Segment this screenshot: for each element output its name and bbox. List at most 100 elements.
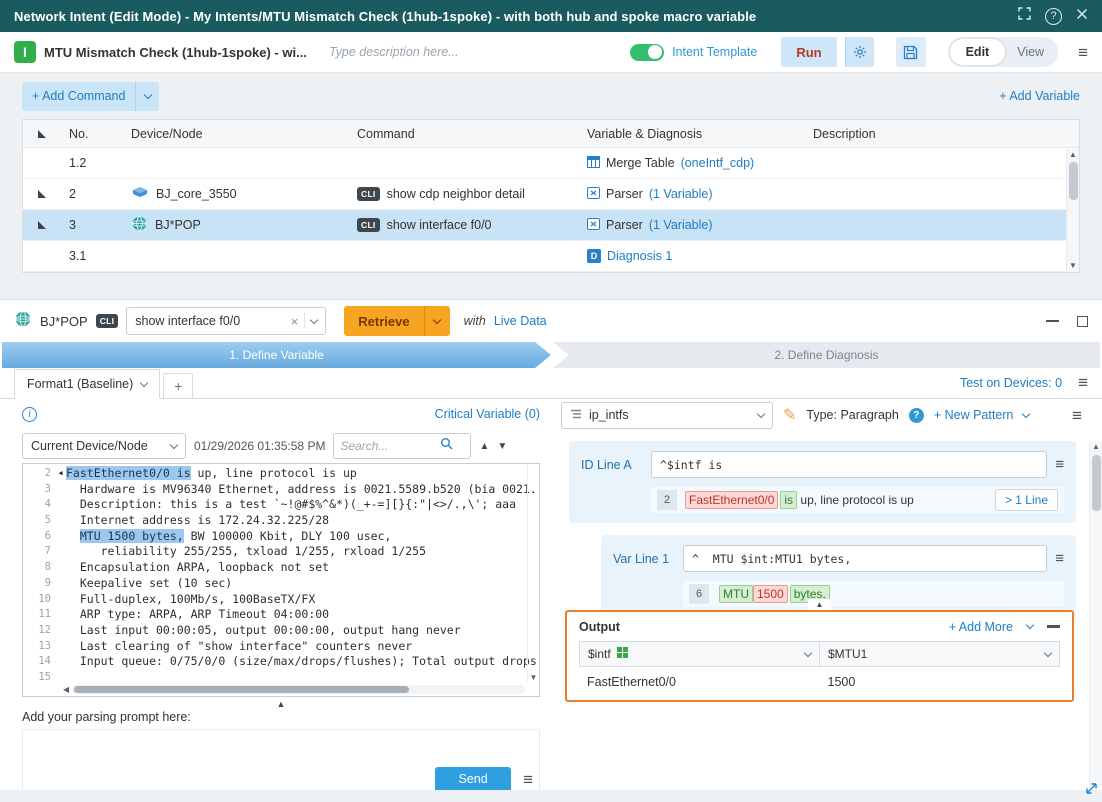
scrollbar-thumb[interactable]	[1092, 455, 1101, 511]
scroll-up-icon[interactable]: ▲	[1092, 442, 1100, 452]
view-mode-button[interactable]: View	[1005, 45, 1056, 59]
id-line-menu-icon[interactable]: ≡	[1055, 456, 1064, 473]
chevron-down-icon[interactable]	[804, 648, 812, 656]
find-previous-icon[interactable]: ▲	[479, 441, 489, 452]
chevron-down-icon[interactable]	[170, 440, 178, 448]
row-expand-icon[interactable]	[23, 221, 61, 229]
row-expand-icon[interactable]	[23, 190, 61, 198]
resize-grip-icon[interactable]	[1084, 781, 1099, 801]
intent-template-toggle[interactable]	[630, 44, 664, 61]
retrieve-button[interactable]: Retrieve	[344, 306, 449, 336]
code-vertical-scrollbar[interactable]: ▼	[527, 464, 539, 683]
add-more-link[interactable]: + Add More	[949, 620, 1013, 634]
output-column-select-mtu[interactable]: $MTU1	[819, 641, 1060, 667]
help-icon[interactable]: ?	[1045, 8, 1062, 25]
edit-variable-icon[interactable]: ✎	[783, 405, 796, 425]
fullscreen-icon[interactable]	[1018, 7, 1031, 25]
run-settings-icon[interactable]	[845, 37, 874, 67]
run-button[interactable]: Run	[781, 37, 836, 67]
pattern-scrollbar[interactable]: ▲	[1089, 441, 1102, 788]
scroll-up-icon[interactable]: ▲	[1069, 150, 1077, 160]
table-row-selected[interactable]: 3 BJ*POP CLI show interface f0/0 Parser …	[23, 210, 1079, 241]
live-data-link[interactable]: Live Data	[494, 314, 547, 328]
variable-select-value: ip_intfs	[589, 408, 629, 422]
pattern-menu-icon[interactable]: ≡	[1072, 407, 1082, 424]
help-icon[interactable]: ?	[909, 408, 924, 423]
tabs-menu-icon[interactable]: ≡	[1078, 374, 1088, 391]
collapse-output-icon[interactable]: ▲	[808, 599, 832, 610]
find-next-icon[interactable]: ▼	[497, 441, 507, 452]
add-command-chevron-icon[interactable]	[135, 82, 159, 111]
header-menu-icon[interactable]: ≡	[1078, 44, 1088, 61]
parsing-prompt-input[interactable]	[23, 730, 539, 766]
scroll-down-icon[interactable]: ▼	[1069, 261, 1077, 271]
match-is-chip: is	[780, 491, 797, 509]
fold-icon[interactable]: ◀	[55, 466, 66, 482]
close-icon[interactable]	[1076, 7, 1088, 25]
intent-name: MTU Mismatch Check (1hub-1spoke) - wi...	[44, 45, 307, 60]
command-select[interactable]: show interface f0/0 ×	[126, 307, 326, 335]
tab-format1-baseline[interactable]: Format1 (Baseline)	[14, 369, 160, 399]
chevron-down-icon[interactable]	[757, 409, 765, 417]
id-line-input[interactable]: ^$intf is	[651, 451, 1047, 478]
add-command-button[interactable]: + Add Command	[22, 82, 159, 111]
scrollbar-thumb[interactable]	[74, 686, 409, 693]
parser-link[interactable]: (1 Variable)	[649, 218, 713, 232]
variable-select[interactable]: ip_intfs	[561, 402, 773, 429]
retrieve-chevron-icon[interactable]	[424, 306, 450, 336]
add-variable-link[interactable]: + Add Variable	[999, 89, 1080, 103]
one-line-button[interactable]: > 1 Line	[995, 489, 1058, 511]
step-define-diagnosis[interactable]: 2. Define Diagnosis	[553, 342, 1100, 368]
new-pattern-link[interactable]: + New Pattern	[934, 408, 1014, 422]
diagnosis-link[interactable]: Diagnosis 1	[607, 249, 672, 263]
device-node-select[interactable]: Current Device/Node	[22, 433, 186, 459]
table-row[interactable]: 2 BJ_core_3550 CLI show cdp neighbor det…	[23, 179, 1079, 210]
test-on-devices-link[interactable]: Test on Devices: 0	[960, 376, 1062, 390]
expand-all-icon[interactable]	[23, 130, 61, 138]
save-icon[interactable]	[896, 37, 926, 67]
sample-output-viewer[interactable]: 2◀FastEthernet0/0 is up, line protocol i…	[22, 463, 540, 697]
parser-link[interactable]: (1 Variable)	[649, 187, 713, 201]
var-line-input[interactable]: ^ MTU $int:MTU1 bytes,	[683, 545, 1047, 572]
prompt-menu-icon[interactable]: ≡	[523, 771, 533, 788]
device-node-value: Current Device/Node	[31, 439, 148, 453]
intent-template-label: Intent Template	[672, 45, 757, 59]
code-horizontal-scrollbar[interactable]: ◀	[63, 684, 525, 695]
minimize-panel-icon[interactable]	[1046, 320, 1059, 323]
table-row[interactable]: 3.1 D Diagnosis 1	[23, 241, 1079, 272]
table-scrollbar[interactable]: ▲ ▼	[1066, 149, 1079, 272]
chevron-down-icon[interactable]	[310, 315, 318, 323]
diagnosis-icon: D	[587, 249, 601, 263]
search-input[interactable]	[340, 439, 440, 453]
merge-table-link[interactable]: (oneIntf_cdp)	[681, 156, 755, 170]
search-box[interactable]	[333, 433, 471, 459]
add-more-chevron-icon[interactable]	[1026, 621, 1034, 629]
send-button[interactable]: Send	[435, 767, 511, 792]
critical-variable-link[interactable]: Critical Variable (0)	[435, 407, 540, 421]
maximize-panel-icon[interactable]	[1077, 316, 1088, 327]
scroll-down-icon[interactable]: ▼	[530, 673, 538, 683]
tab-chevron-icon[interactable]	[140, 378, 148, 386]
line-number: 14	[23, 654, 55, 670]
new-pattern-chevron-icon[interactable]	[1022, 409, 1030, 417]
var-line-menu-icon[interactable]: ≡	[1055, 550, 1064, 567]
var-line-match-row: 6 MTU 1500 bytes,	[683, 581, 1064, 607]
collapse-code-icon[interactable]: ▲	[22, 697, 540, 710]
output-column-select-intf[interactable]: $intf	[579, 641, 820, 667]
description-input[interactable]	[329, 45, 519, 59]
search-icon[interactable]	[440, 437, 453, 455]
table-row[interactable]: 1.2 Merge Table (oneIntf_cdp)	[23, 148, 1079, 179]
chevron-down-icon[interactable]	[1044, 648, 1052, 656]
match-highlight: FastEthernet0/0 is	[66, 466, 191, 480]
scroll-left-icon[interactable]: ◀	[63, 685, 69, 695]
id-line-label: ID Line A	[581, 458, 643, 472]
clear-icon[interactable]: ×	[291, 314, 299, 329]
device-command-row: BJ*POP CLI show interface f0/0 × Retriev…	[0, 300, 1102, 342]
globe-device-icon	[131, 215, 148, 235]
add-format-tab[interactable]: +	[163, 373, 193, 398]
scrollbar-thumb[interactable]	[1069, 162, 1078, 200]
info-icon[interactable]: i	[22, 407, 37, 422]
minimize-output-icon[interactable]	[1047, 625, 1060, 628]
edit-mode-button[interactable]: Edit	[950, 39, 1006, 65]
step-define-variable[interactable]: 1. Define Variable	[2, 342, 551, 368]
